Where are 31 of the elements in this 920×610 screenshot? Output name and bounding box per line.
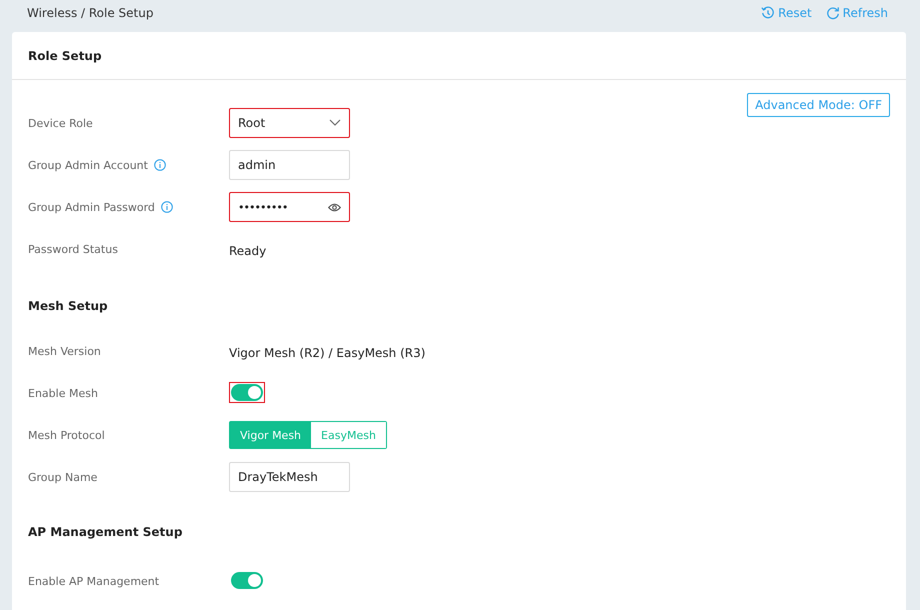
input-field[interactable]: DrayTekMesh bbox=[229, 462, 350, 492]
info-icon[interactable] bbox=[160, 201, 173, 213]
section-title: AP Management Setup bbox=[28, 524, 184, 541]
field-label: Mesh Version bbox=[28, 344, 101, 358]
field-value: Vigor Mesh (R2) / EasyMesh (R3) bbox=[229, 346, 426, 360]
field-label: Password Status bbox=[28, 242, 118, 256]
field-label: Group Name bbox=[28, 470, 98, 484]
refresh-icon bbox=[826, 6, 840, 20]
toolbar-link[interactable]: Reset bbox=[761, 6, 812, 20]
field-label: Mesh Protocol bbox=[28, 428, 105, 442]
field-value: Ready bbox=[229, 244, 266, 258]
field-label: Group Admin Account bbox=[28, 158, 148, 172]
field-label: Enable AP Management bbox=[28, 574, 160, 588]
info-icon[interactable] bbox=[154, 159, 166, 171]
eye-icon[interactable] bbox=[328, 202, 341, 212]
toolbar-link[interactable]: Refresh bbox=[826, 6, 888, 20]
field-label: Device Role bbox=[28, 116, 93, 130]
field-label: Group Admin Password bbox=[28, 200, 155, 214]
protocol-option[interactable]: Vigor Mesh bbox=[230, 422, 312, 448]
history-icon bbox=[761, 6, 776, 20]
password-field[interactable]: ••••••••• bbox=[229, 192, 350, 222]
toggle-switch[interactable] bbox=[231, 384, 263, 400]
toggle-switch[interactable] bbox=[231, 572, 263, 588]
advanced-mode-button[interactable]: Advanced Mode: OFF bbox=[747, 93, 890, 117]
breadcrumb: Wireless / Role Setup bbox=[27, 6, 154, 20]
card-title: Role Setup bbox=[28, 48, 102, 62]
role-dropdown[interactable]: Root bbox=[229, 108, 350, 138]
chevron-down-icon bbox=[329, 119, 341, 127]
field-label: Enable Mesh bbox=[28, 386, 98, 400]
input-field[interactable]: admin bbox=[229, 150, 350, 180]
section-title: Mesh Setup bbox=[28, 298, 109, 315]
